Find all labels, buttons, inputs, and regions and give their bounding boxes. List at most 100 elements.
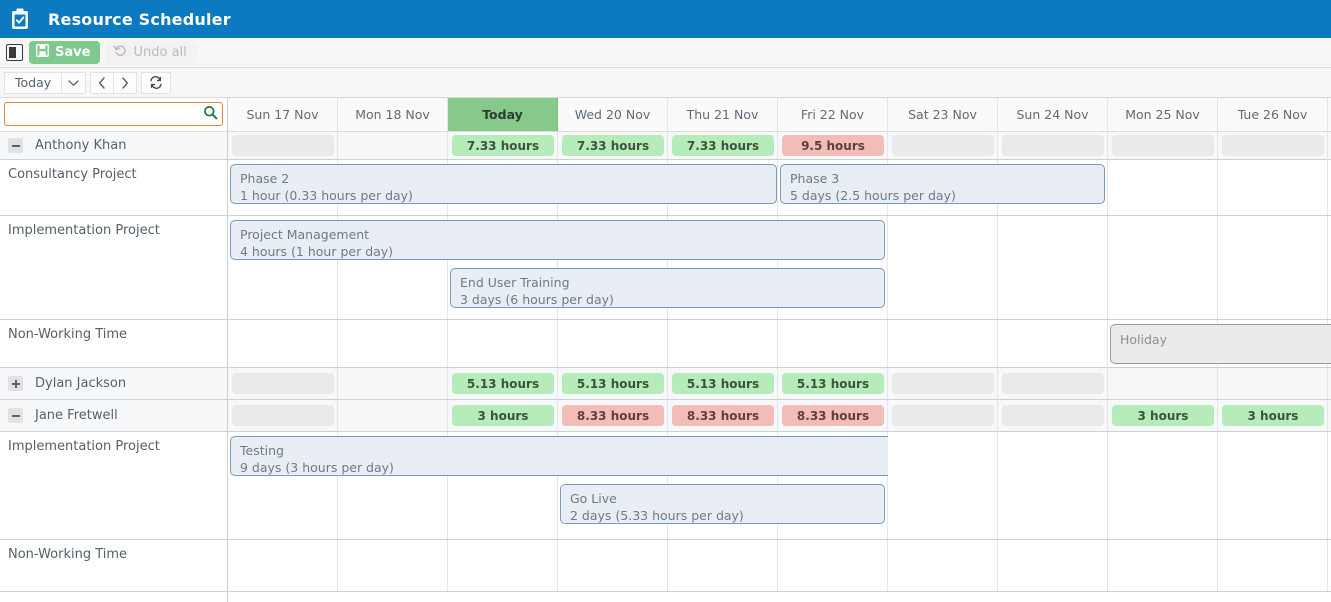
timeline-header-cell[interactable]: Sun 24 Nov — [998, 98, 1108, 131]
utilization-badge[interactable]: 7.33 hours — [562, 135, 664, 156]
expand-icon[interactable] — [8, 376, 23, 391]
utilization-badge[interactable] — [1222, 135, 1324, 156]
project-name: Non-Working Time — [8, 547, 128, 562]
task-bar[interactable]: Phase 2 1 hour (0.33 hours per day) — [230, 164, 777, 204]
utilization-badge[interactable]: 3 hours — [1112, 405, 1214, 426]
utilization-badge[interactable] — [892, 373, 994, 394]
resource-timeline-row: 3 hours 8.33 hours 8.33 hours 8.33 hours 3 h… — [228, 400, 1331, 432]
task-title: Testing — [240, 443, 284, 458]
utilization-badges: 7.33 hours 7.33 hours 7.33 hours 9.5 hours — [228, 132, 1331, 159]
utilization-badge[interactable] — [892, 405, 994, 426]
navigation-bar: Today — [0, 68, 1331, 98]
timeline-header-cell[interactable]: Mon 18 Nov — [338, 98, 448, 131]
resource-row-label[interactable]: Jane Fretwell — [0, 400, 227, 432]
app-title: Resource Scheduler — [48, 9, 231, 29]
panel-toggle-icon[interactable] — [6, 44, 23, 61]
task-detail: 4 hours (1 hour per day) — [240, 244, 394, 259]
utilization-badge[interactable]: 7.33 hours — [672, 135, 774, 156]
project-row-label[interactable]: Consultancy Project — [0, 160, 227, 216]
utilization-badge[interactable]: 5.13 hours — [562, 373, 664, 394]
timeline-column: Sun 17 Nov Mon 18 Nov Today Wed 20 Nov Thu 2… — [228, 98, 1331, 602]
task-bar[interactable]: End User Training 3 days (6 hours per day… — [450, 268, 885, 308]
utilization-badge[interactable] — [342, 373, 444, 394]
timeline-header-cell[interactable]: Wed 20 Nov — [558, 98, 668, 131]
chevron-right-icon[interactable] — [113, 71, 138, 94]
task-detail: 3 days (6 hours per day) — [460, 292, 614, 307]
resource-column: Anthony Khan Consultancy Project Implement… — [0, 98, 228, 602]
resource-row-label[interactable]: Anthony Khan — [0, 132, 227, 160]
timeline-body: 7.33 hours 7.33 hours 7.33 hours 9.5 hours P… — [228, 132, 1331, 592]
timeline-header-cell[interactable]: Fri 22 Nov — [778, 98, 888, 131]
collapse-icon[interactable] — [8, 138, 23, 153]
utilization-badge[interactable]: 8.33 hours — [782, 405, 884, 426]
timeline-header-cell[interactable]: Tue 26 Nov — [1218, 98, 1328, 131]
utilization-badge[interactable] — [1112, 373, 1214, 394]
utilization-badge[interactable] — [892, 135, 994, 156]
collapse-icon[interactable] — [8, 408, 23, 423]
chevron-down-icon[interactable] — [61, 71, 87, 94]
search-box[interactable] — [4, 102, 223, 126]
utilization-badge[interactable] — [1222, 373, 1324, 394]
resource-name: Jane Fretwell — [35, 408, 118, 423]
utilization-badge[interactable]: 9.5 hours — [782, 135, 884, 156]
toolbar: Save Undo all — [0, 38, 1331, 68]
utilization-badge[interactable]: 5.13 hours — [672, 373, 774, 394]
project-row-label[interactable]: Implementation Project — [0, 216, 227, 320]
task-title: End User Training — [460, 275, 570, 290]
timeline-header: Sun 17 Nov Mon 18 Nov Today Wed 20 Nov Thu 2… — [228, 98, 1331, 132]
range-preset-button[interactable]: Today — [4, 71, 63, 94]
clipboard-check-icon — [8, 7, 32, 31]
timeline-header-cell[interactable]: Today — [448, 98, 558, 131]
task-detail: 2 days (5.33 hours per day) — [570, 508, 744, 523]
utilization-badge[interactable] — [232, 373, 334, 394]
utilization-badge[interactable] — [1002, 405, 1104, 426]
task-detail: 1 hour (0.33 hours per day) — [240, 188, 413, 203]
utilization-badge[interactable]: 8.33 hours — [562, 405, 664, 426]
search-bar — [0, 98, 227, 132]
undo-all-button[interactable]: Undo all — [106, 41, 197, 64]
utilization-badge[interactable] — [342, 135, 444, 156]
utilization-badge[interactable]: 3 hours — [1222, 405, 1324, 426]
resource-name: Anthony Khan — [35, 138, 127, 153]
utilization-badge[interactable]: 5.13 hours — [452, 373, 554, 394]
task-title: Go Live — [570, 491, 617, 506]
search-input[interactable] — [11, 106, 203, 122]
task-bar[interactable]: Go Live 2 days (5.33 hours per day) — [560, 484, 885, 524]
project-row-label[interactable]: Non-Working Time — [0, 540, 227, 592]
task-bar[interactable]: Testing 9 days (3 hours per day) — [230, 436, 888, 476]
utilization-badge[interactable]: 3 hours — [452, 405, 554, 426]
project-row-label[interactable]: Non-Working Time — [0, 320, 227, 368]
utilization-badge[interactable]: 8.33 hours — [672, 405, 774, 426]
utilization-badge[interactable] — [342, 405, 444, 426]
timeline-header-cell[interactable]: Mon 25 Nov — [1108, 98, 1218, 131]
project-name: Implementation Project — [8, 223, 160, 238]
utilization-badges: 3 hours 8.33 hours 8.33 hours 8.33 hours 3 h… — [228, 400, 1331, 431]
utilization-badge[interactable] — [1002, 373, 1104, 394]
task-bar[interactable]: Phase 3 5 days (2.5 hours per day) — [780, 164, 1105, 204]
utilization-badges: 5.13 hours 5.13 hours 5.13 hours 5.13 hours — [228, 368, 1331, 399]
utilization-badge[interactable] — [1002, 135, 1104, 156]
utilization-badge[interactable] — [232, 405, 334, 426]
refresh-icon[interactable] — [141, 71, 172, 94]
project-timeline-row: Phase 21 hour (0.33 hours per day) Phase … — [228, 160, 1331, 216]
chevron-left-icon[interactable] — [90, 71, 115, 94]
utilization-badge[interactable] — [1112, 135, 1214, 156]
holiday-bar[interactable]: Holiday — [1110, 324, 1331, 364]
save-label: Save — [55, 45, 91, 60]
timeline-header-cell[interactable]: Thu 21 Nov — [668, 98, 778, 131]
save-button[interactable]: Save — [29, 41, 101, 64]
utilization-badge[interactable]: 5.13 hours — [782, 373, 884, 394]
project-name: Non-Working Time — [8, 327, 128, 342]
search-icon[interactable] — [203, 105, 218, 124]
task-title: Phase 2 — [240, 171, 290, 186]
task-detail: 9 days (3 hours per day) — [240, 460, 394, 475]
project-row-label[interactable]: Implementation Project — [0, 432, 227, 540]
utilization-badge[interactable]: 7.33 hours — [452, 135, 554, 156]
utilization-badge[interactable] — [232, 135, 334, 156]
timeline-header-cell[interactable]: Sat 23 Nov — [888, 98, 998, 131]
timeline-header-cell[interactable]: Sun 17 Nov — [228, 98, 338, 131]
resource-name: Dylan Jackson — [35, 376, 127, 391]
task-bar[interactable]: Project Management 4 hours (1 hour per da… — [230, 220, 885, 260]
resource-row-label[interactable]: Dylan Jackson — [0, 368, 227, 400]
project-timeline-row: Holiday — [228, 320, 1331, 368]
